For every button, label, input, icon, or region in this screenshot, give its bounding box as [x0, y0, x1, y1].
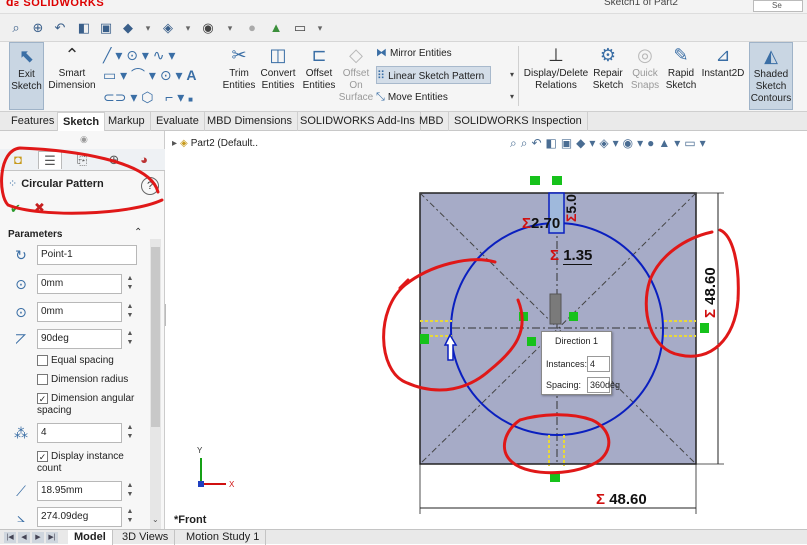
popup-title: Direction 1 [554, 336, 599, 346]
dimension-1-35[interactable]: Σ 1.35 [550, 247, 593, 265]
dimension-width[interactable]: Σ 48.60 [596, 491, 647, 508]
constraint-marker[interactable] [420, 334, 429, 344]
prev-tab-icon[interactable]: ◀ [18, 532, 30, 543]
constraint-marker[interactable] [700, 323, 709, 333]
annotation-scribble [0, 146, 164, 215]
constraint-marker[interactable] [569, 312, 578, 321]
dimension-height[interactable]: Σ 48.60 [702, 267, 719, 318]
last-tab-icon[interactable]: ▶| [46, 532, 58, 543]
bottom-tab-bar: |◀ ◀ ▶ ▶| Model 3D Views Motion Study 1 [0, 529, 807, 545]
dimension-5-0[interactable]: Σ5.0 [563, 194, 579, 222]
spacing-label: Spacing: [546, 380, 582, 390]
svg-text:X: X [229, 480, 235, 489]
tab-motion-study-1[interactable]: Motion Study 1 [180, 530, 267, 545]
tab-model[interactable]: Model [68, 530, 113, 545]
tab-3d-views[interactable]: 3D Views [116, 530, 176, 545]
constraint-marker[interactable] [552, 176, 562, 185]
sketch-canvas[interactable]: Y X [0, 0, 807, 544]
popup-instances-input[interactable]: 4 [587, 356, 610, 372]
constraint-marker[interactable] [527, 337, 536, 346]
constraint-marker[interactable] [550, 473, 560, 482]
direction-1-popup: Direction 1 Instances: 4 Spacing: 360deg [541, 331, 620, 395]
popup-spacing-input[interactable]: 360deg [587, 377, 620, 393]
dimension-2-70[interactable]: Σ2.70 [522, 215, 560, 232]
instances-label: Instances: [546, 359, 588, 369]
triad-origin [198, 481, 204, 487]
view-orientation-label: *Front [174, 514, 207, 526]
next-tab-icon[interactable]: ▶ [32, 532, 44, 543]
selected-sketch-entity[interactable] [549, 293, 562, 325]
first-tab-icon[interactable]: |◀ [4, 532, 16, 543]
svg-text:Y: Y [197, 446, 203, 455]
constraint-marker[interactable] [530, 176, 540, 185]
